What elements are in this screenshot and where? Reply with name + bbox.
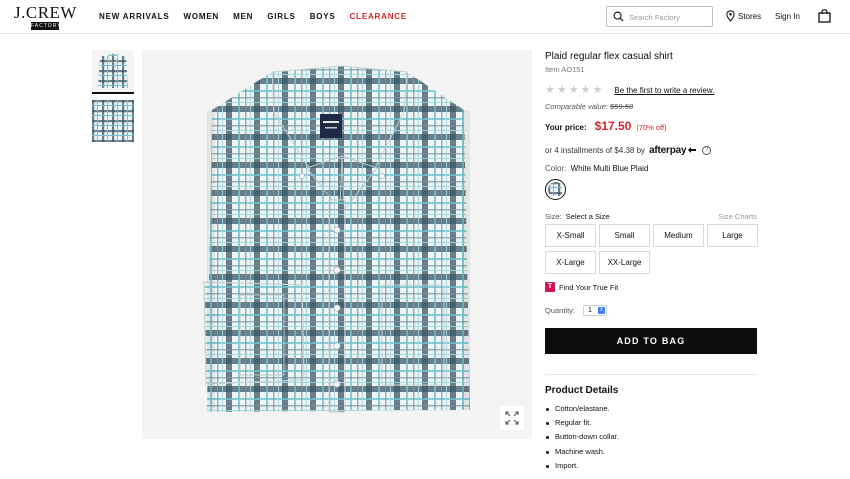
nav-boys[interactable]: BOYS <box>310 12 336 21</box>
product-details-title: Product Details <box>545 385 619 396</box>
truefit-link[interactable]: T Find Your True Fit <box>545 282 757 292</box>
search-icon <box>613 11 624 22</box>
product-details-panel: Plaid regular flex casual shirt Item AO1… <box>545 50 758 473</box>
size-label: Size: <box>545 212 562 221</box>
nav-men[interactable]: MEN <box>233 12 253 21</box>
thumbnail-2[interactable] <box>92 100 134 142</box>
thumbnail-1[interactable] <box>92 50 134 94</box>
price-row: Your price: $17.50 (70% off) <box>545 119 757 133</box>
size-options: X-Small Small Medium Large X-Large XX-La… <box>545 224 758 274</box>
jcrew-factory-logo[interactable]: J.CREW FACTORY <box>14 4 76 30</box>
afterpay-text: or 4 installments of $4.38 by <box>545 146 646 155</box>
color-swatch[interactable] <box>545 179 566 200</box>
quantity-select[interactable]: 1 ⇕ <box>583 305 608 316</box>
truefit-icon: T <box>545 282 555 292</box>
write-review-link[interactable]: Be the first to write a review. <box>614 86 714 95</box>
nav-new-arrivals[interactable]: NEW ARRIVALS <box>99 12 170 21</box>
color-label: Color: <box>545 164 567 173</box>
discount-badge: (70% off) <box>636 123 667 132</box>
list-item: Cotton/elastane. <box>545 402 757 416</box>
product-main-image[interactable] <box>142 50 532 439</box>
nav-women[interactable]: WOMEN <box>184 12 220 21</box>
add-to-bag-button[interactable]: ADD TO BAG <box>545 328 757 354</box>
thumbnail-gallery <box>92 50 136 148</box>
comparable-price: $59.50 <box>610 102 633 111</box>
info-icon[interactable]: ? <box>702 146 712 155</box>
list-item: Machine wash. <box>545 445 757 459</box>
size-option[interactable]: X-Large <box>545 251 596 274</box>
afterpay-row: or 4 installments of $4.38 by afterpay ? <box>545 145 757 156</box>
logo-text: J.CREW <box>14 3 77 22</box>
quantity-label: Quantity: <box>545 306 576 315</box>
star-icon: ★ <box>556 84 567 96</box>
afterpay-arrows-icon <box>688 147 697 154</box>
size-value: Select a Size <box>565 212 610 221</box>
truefit-label: Find Your True Fit <box>559 282 619 292</box>
star-icon: ★ <box>568 84 579 96</box>
comparable-label: Comparable value: <box>545 102 608 111</box>
shopping-bag-icon[interactable] <box>818 9 831 23</box>
size-option[interactable]: X-Small <box>545 224 596 247</box>
stores-label: Stores <box>738 11 762 21</box>
chevron-updown-icon: ⇕ <box>598 307 606 314</box>
shirt-image <box>203 65 470 413</box>
quantity-row: Quantity: 1 ⇕ <box>545 305 757 316</box>
site-header: J.CREW FACTORY NEW ARRIVALS WOMEN MEN GI… <box>0 0 850 34</box>
expand-icon <box>505 411 519 425</box>
afterpay-brand: afterpay <box>649 145 687 156</box>
afterpay-logo: afterpay <box>649 145 697 156</box>
color-row: Color: White Multi Blue Plaid <box>545 164 757 173</box>
size-option[interactable]: Medium <box>653 224 704 247</box>
size-charts-link[interactable]: Size Charts <box>718 212 757 221</box>
list-item: Regular fit. <box>545 416 757 430</box>
logo-subtext: FACTORY <box>31 22 62 30</box>
size-option[interactable]: Large <box>707 224 758 247</box>
divider <box>545 374 757 375</box>
swatch-pattern <box>548 182 563 197</box>
location-pin-icon <box>726 10 735 22</box>
size-option[interactable]: Small <box>599 224 650 247</box>
star-icon: ★ <box>592 84 603 96</box>
star-icon: ★ <box>580 84 591 96</box>
star-icon: ★ <box>545 84 555 96</box>
star-rating: ★ ★ ★ ★ ★ <box>545 85 602 96</box>
product-details-list: Cotton/elastane. Regular fit. Button-dow… <box>545 402 757 473</box>
nav-girls[interactable]: GIRLS <box>267 12 295 21</box>
quantity-value: 1 <box>588 307 592 314</box>
comparable-value: Comparable value: $59.50 <box>545 102 757 111</box>
size-label-wrap: Size: Select a Size <box>545 212 610 221</box>
size-option[interactable]: XX-Large <box>599 251 650 274</box>
nav-clearance[interactable]: CLEARANCE <box>350 12 407 21</box>
price-label: Your price: <box>545 123 587 132</box>
main-nav: NEW ARRIVALS WOMEN MEN GIRLS BOYS CLEARA… <box>99 12 421 21</box>
sale-price: $17.50 <box>594 119 632 133</box>
color-value: White Multi Blue Plaid <box>570 164 649 173</box>
expand-image-button[interactable] <box>500 406 524 430</box>
product-title: Plaid regular flex casual shirt <box>545 51 673 62</box>
item-number: Item AO151 <box>545 65 585 74</box>
rating-row: ★ ★ ★ ★ ★ Be the first to write a review… <box>545 85 757 96</box>
sign-in-link[interactable]: Sign In <box>775 12 800 21</box>
search-box[interactable] <box>606 6 713 27</box>
search-input[interactable] <box>629 11 709 23</box>
stores-link[interactable]: Stores <box>726 10 761 22</box>
list-item: Import. <box>545 459 757 473</box>
size-header: Size: Select a Size Size Charts <box>545 212 757 221</box>
list-item: Button-down collar. <box>545 430 757 444</box>
